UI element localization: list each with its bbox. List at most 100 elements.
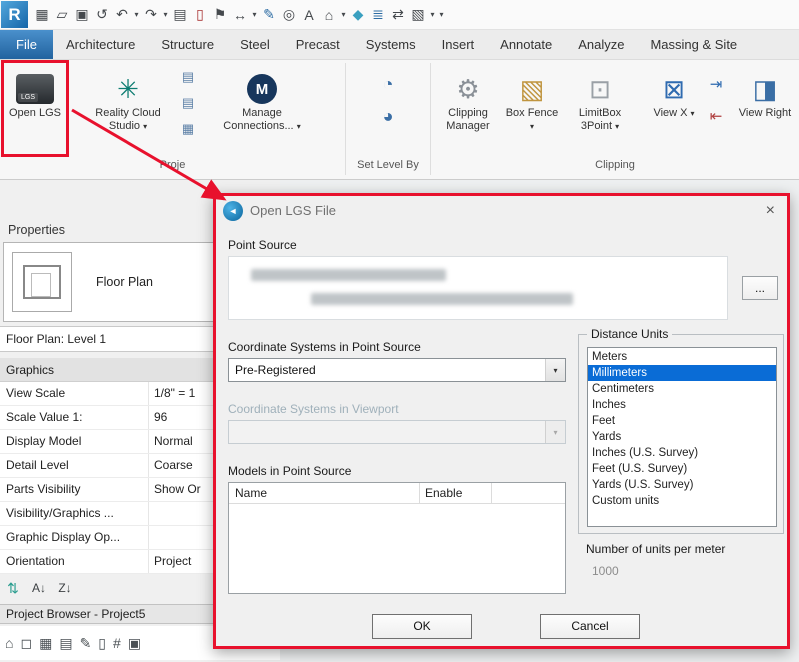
text-tool-icon[interactable]: A [299, 1, 319, 29]
measure-caret-icon[interactable]: ▾ [250, 1, 259, 29]
sort-descending-icon[interactable]: Z↓ [54, 577, 76, 599]
set-level-sphere-icon[interactable]: ◔ [372, 68, 404, 100]
tab-precast[interactable]: Precast [283, 30, 353, 59]
lgs-badge: LGS [18, 93, 38, 102]
column-header-name[interactable]: Name [229, 483, 267, 503]
list-item[interactable]: Yards (U.S. Survey) [588, 477, 776, 493]
undo-caret-icon[interactable]: ▾ [132, 1, 141, 29]
list-item-selected[interactable]: Millimeters [588, 365, 776, 381]
schedule-table-icon[interactable]: ▤ [59, 635, 72, 652]
tab-steel[interactable]: Steel [227, 30, 283, 59]
tab-file[interactable]: File [0, 30, 53, 59]
property-label: Orientation [0, 550, 148, 573]
view-right-icon: ◨ [753, 74, 778, 104]
clipping-manager-button[interactable]: ⚙ Clipping Manager [436, 64, 500, 133]
limitbox-3point-button[interactable]: ⊡ LimitBox 3Point ▾ [564, 64, 636, 133]
list-item[interactable]: Inches (U.S. Survey) [588, 445, 776, 461]
tab-annotate[interactable]: Annotate [487, 30, 565, 59]
browse-button[interactable]: ... [742, 276, 778, 300]
tab-massing-site[interactable]: Massing & Site [637, 30, 750, 59]
customize-toolbar-caret-icon[interactable]: ▾ [437, 1, 446, 29]
import-lgs-icon[interactable]: ▤ [176, 64, 200, 90]
sync-icon[interactable]: ↺ [92, 1, 112, 29]
list-item[interactable]: Yards [588, 429, 776, 445]
revit-logo[interactable]: R [1, 1, 28, 28]
property-label: Parts Visibility [0, 478, 148, 501]
point-source-label: Point Source [228, 238, 297, 252]
reset-view-icon[interactable]: ⇤ [704, 100, 728, 132]
distance-units-list[interactable]: Meters Millimeters Centimeters Inches Fe… [587, 347, 777, 527]
transfer-icon[interactable]: ⇄ [388, 1, 408, 29]
grid-tool-icon[interactable]: ▦ [176, 116, 200, 142]
distance-units-title: Distance Units [587, 327, 672, 341]
panel-box-icon[interactable]: ▣ [128, 635, 141, 652]
open-lgs-label: Open LGS [4, 107, 66, 120]
home-caret-icon[interactable]: ▾ [339, 1, 348, 29]
sheet-icon[interactable]: ▯ [98, 635, 106, 652]
view-right-button[interactable]: ◨ View Right [736, 64, 794, 120]
section-box-icon[interactable]: ◻ [20, 635, 32, 652]
print-icon[interactable]: ▤ [170, 1, 190, 29]
table-column-divider [491, 483, 492, 503]
tab-systems[interactable]: Systems [353, 30, 429, 59]
switch-windows-caret-icon[interactable]: ▾ [428, 1, 437, 29]
browser-sort-toolbar: ⇅ A↓ Z↓ [2, 577, 76, 599]
list-item[interactable]: Feet [588, 413, 776, 429]
box-fence-label: Box Fence [506, 107, 559, 119]
point-source-field[interactable] [228, 256, 728, 320]
clipping-manager-label: Clipping Manager [436, 107, 500, 133]
column-header-enable[interactable]: Enable [419, 483, 462, 503]
set-level-sphere2-icon[interactable]: ◕ [372, 100, 404, 132]
close-document-icon[interactable]: ▯ [190, 1, 210, 29]
home-3d-icon[interactable]: ⌂ [5, 635, 13, 651]
worksets-grid-icon[interactable]: ▦ [39, 635, 52, 652]
list-item[interactable]: Feet (U.S. Survey) [588, 461, 776, 477]
list-item[interactable]: Inches [588, 397, 776, 413]
grid-lines-icon[interactable]: # [113, 635, 121, 651]
draw-line-icon[interactable]: ✎ [259, 1, 279, 29]
redo-caret-icon[interactable]: ▾ [161, 1, 170, 29]
coordinate-systems-source-combo[interactable]: Pre-Registered ▾ [228, 358, 566, 382]
close-icon[interactable]: × [766, 196, 775, 226]
manage-connections-button[interactable]: M Manage Connections... ▾ [214, 64, 310, 133]
save-icon[interactable]: ▣ [72, 1, 92, 29]
box-fence-button[interactable]: ▧ Box Fence ▾ [504, 64, 560, 133]
list-item[interactable]: Custom units [588, 493, 776, 509]
list-item[interactable]: Meters [588, 349, 776, 365]
view-x-button[interactable]: ⊠ View X ▾ [648, 64, 700, 120]
documents-icon[interactable]: ▦ [32, 1, 52, 29]
list-item[interactable]: Centimeters [588, 381, 776, 397]
chevron-down-icon[interactable]: ▾ [545, 359, 565, 381]
sort-menu-icon[interactable]: ⇅ [2, 577, 24, 599]
reality-cloud-icon: ✳ [117, 74, 139, 104]
redo-icon[interactable]: ↷ [141, 1, 161, 29]
quick-access-toolbar: R ▦ ▱ ▣ ↺ ↶ ▾ ↷ ▾ ▤ ▯ ⚑ ↔ ▾ ✎ ◎ A ⌂ ▾ ◆ … [0, 0, 799, 30]
section-icon[interactable]: ◆ [348, 1, 368, 29]
measure-icon[interactable]: ↔ [230, 1, 250, 29]
reality-cloud-studio-button[interactable]: ✳ Reality Cloud Studio ▾ [86, 64, 170, 133]
tab-analyze[interactable]: Analyze [565, 30, 637, 59]
view-x-label: View X [653, 107, 687, 119]
gears-icon: ⚙ [456, 74, 479, 104]
property-label: Scale Value 1: [0, 406, 148, 429]
tab-insert[interactable]: Insert [429, 30, 488, 59]
redacted-path-text [251, 269, 446, 281]
cancel-button[interactable]: Cancel [540, 614, 640, 639]
edit-pencil-icon[interactable]: ✎ [80, 635, 92, 652]
thin-lines-icon[interactable]: ≣ [368, 1, 388, 29]
tab-architecture[interactable]: Architecture [53, 30, 148, 59]
box-fence-caret-icon: ▾ [530, 122, 534, 131]
open-file-icon[interactable]: ▱ [52, 1, 72, 29]
marker-tool-icon[interactable]: ⚑ [210, 1, 230, 29]
sort-ascending-icon[interactable]: A↓ [28, 577, 50, 599]
open-lgs-button[interactable]: LGS Open LGS [4, 64, 66, 120]
models-table[interactable]: Name Enable [228, 482, 566, 594]
zoom-icon[interactable]: ◎ [279, 1, 299, 29]
export-lgs-icon[interactable]: ▤ [176, 90, 200, 116]
undo-icon[interactable]: ↶ [112, 1, 132, 29]
switch-windows-icon[interactable]: ▧ [408, 1, 428, 29]
ok-button[interactable]: OK [372, 614, 472, 639]
align-view-icon[interactable]: ⇥ [704, 68, 728, 100]
tab-structure[interactable]: Structure [148, 30, 227, 59]
home-view-icon[interactable]: ⌂ [319, 1, 339, 29]
